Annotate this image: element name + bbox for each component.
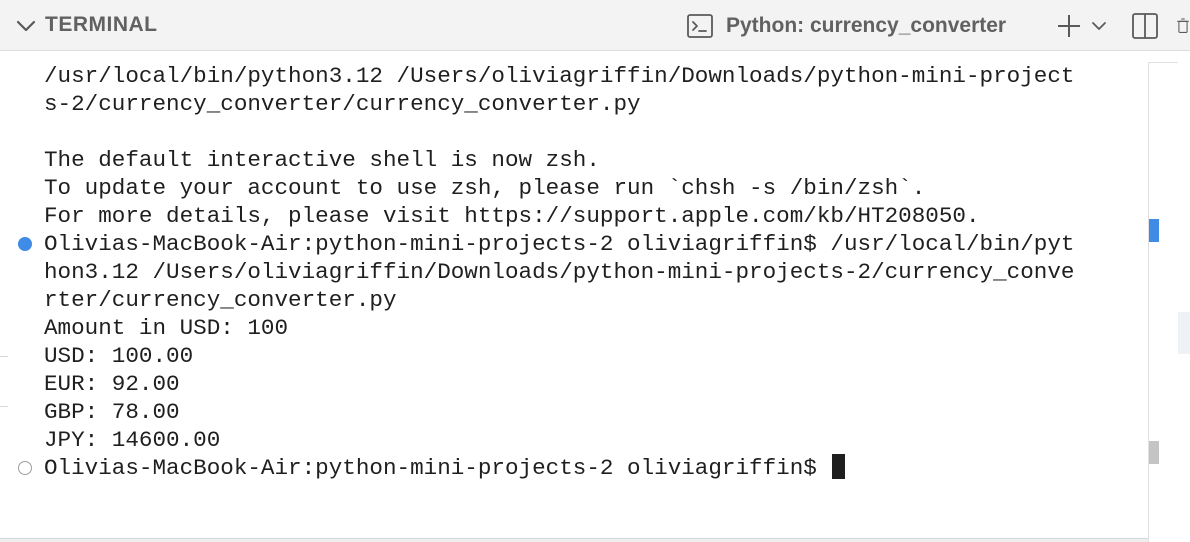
terminal-line: For more details, please visit https://s… — [44, 202, 1074, 230]
terminal-line-text: The default interactive shell is now zsh… — [44, 147, 600, 173]
terminal-line-text: s-2/currency_converter/currency_converte… — [44, 91, 641, 117]
overview-ruler-marker — [1149, 219, 1159, 242]
terminal-line-text: GBP: 78.00 — [44, 399, 180, 425]
launch-profile-chevron-down-icon[interactable] — [1088, 9, 1110, 43]
left-divider-tick — [0, 356, 8, 357]
plus-icon[interactable] — [1054, 9, 1084, 43]
terminal-tab-label: Python: currency_converter — [726, 14, 1007, 37]
terminal-line: Olivias-MacBook-Air:python-mini-projects… — [44, 454, 1074, 482]
terminal-line: JPY: 14600.00 — [44, 426, 1074, 454]
terminal-tab[interactable]: Python: currency_converter — [686, 9, 1006, 43]
overview-ruler — [1148, 62, 1178, 542]
terminal-line-text: /usr/local/bin/python3.12 /Users/oliviag… — [44, 63, 1075, 89]
terminal-line: Amount in USD: 100 — [44, 314, 1074, 342]
editor-edge-strip — [1178, 312, 1190, 354]
split-icon[interactable] — [1130, 9, 1160, 43]
terminal-line: To update your account to use zsh, pleas… — [44, 174, 1074, 202]
terminal-cursor — [832, 454, 846, 479]
chevron-down-icon[interactable] — [14, 14, 38, 38]
terminal-line-text: Olivias-MacBook-Air:python-mini-projects… — [44, 455, 831, 481]
terminal-line: /usr/local/bin/python3.12 /Users/oliviag… — [44, 62, 1074, 90]
terminal-line: EUR: 92.00 — [44, 370, 1074, 398]
terminal-line-text: USD: 100.00 — [44, 343, 194, 369]
terminal-line-text: For more details, please visit https://s… — [44, 203, 980, 229]
terminal-output[interactable]: /usr/local/bin/python3.12 /Users/oliviag… — [0, 51, 1148, 542]
terminal-line-text: To update your account to use zsh, pleas… — [44, 175, 926, 201]
panel-title[interactable]: TERMINAL — [45, 13, 158, 37]
terminal-line: USD: 100.00 — [44, 342, 1074, 370]
panel-bottom-edge — [0, 538, 1148, 542]
terminal-icon — [686, 12, 714, 40]
terminal-line-text: Olivias-MacBook-Air:python-mini-projects… — [44, 231, 1075, 257]
terminal-line: The default interactive shell is now zsh… — [44, 146, 1074, 174]
terminal-line-text: hon3.12 /Users/oliviagriffin/Downloads/p… — [44, 259, 1075, 285]
panel-header: TERMINAL Python: currency_converter — [0, 0, 1190, 51]
vscode-terminal-panel: TERMINAL Python: currency_converter /usr… — [0, 0, 1190, 542]
success-dot-icon[interactable] — [18, 237, 32, 251]
left-divider-tick — [0, 406, 8, 407]
terminal-line-text: JPY: 14600.00 — [44, 427, 221, 453]
scrollbar-thumb[interactable] — [1149, 441, 1159, 464]
pending-circle-icon[interactable] — [18, 461, 32, 475]
trash-icon[interactable] — [1176, 9, 1190, 43]
terminal-line: rter/currency_converter.py — [44, 286, 1074, 314]
terminal-line-text: Amount in USD: 100 — [44, 315, 289, 341]
terminal-lines: /usr/local/bin/python3.12 /Users/oliviag… — [44, 62, 1074, 482]
terminal-line: s-2/currency_converter/currency_converte… — [44, 90, 1074, 118]
terminal-line: hon3.12 /Users/oliviagriffin/Downloads/p… — [44, 258, 1074, 286]
terminal-line-text: EUR: 92.00 — [44, 371, 180, 397]
terminal-line: Olivias-MacBook-Air:python-mini-projects… — [44, 230, 1074, 258]
terminal-line: GBP: 78.00 — [44, 398, 1074, 426]
terminal-line-text: rter/currency_converter.py — [44, 287, 397, 313]
